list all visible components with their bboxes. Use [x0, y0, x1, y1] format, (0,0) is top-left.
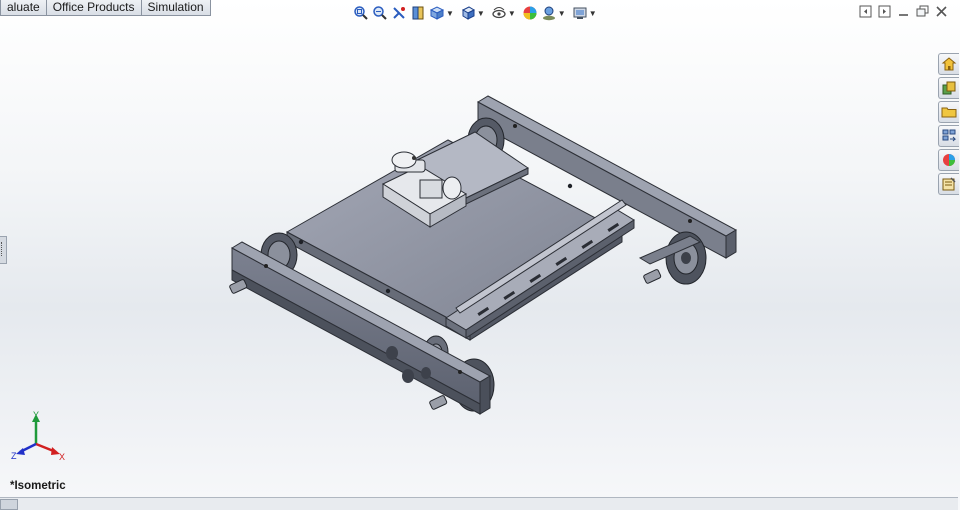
command-tabs: aluate Office Products Simulation — [0, 0, 211, 16]
reference-triad: Y X Z — [11, 410, 65, 462]
view-orientation-label: *Isometric — [10, 480, 66, 492]
zoom-to-fit-icon[interactable] — [353, 5, 369, 21]
axle-bolt-back-right — [643, 269, 662, 284]
view-settings-dropdown-icon[interactable]: ▼ — [589, 9, 597, 18]
display-style-icon[interactable] — [460, 5, 476, 21]
axle-bolt-front-left — [229, 279, 248, 294]
tab-office-products[interactable]: Office Products — [46, 0, 142, 16]
x-axis-label: X — [59, 452, 65, 462]
scrollbar-thumb[interactable] — [0, 499, 18, 510]
feature-manager-collapse-handle[interactable] — [0, 236, 7, 264]
apply-scene-icon[interactable] — [541, 5, 557, 21]
hide-show-dropdown-icon[interactable]: ▼ — [508, 9, 516, 18]
view-orientation-dropdown-icon[interactable]: ▼ — [446, 9, 454, 18]
design-library-icon[interactable] — [938, 77, 959, 99]
previous-view-icon[interactable] — [391, 5, 407, 21]
view-settings-icon[interactable] — [572, 5, 588, 21]
tab-simulation[interactable]: Simulation — [141, 0, 211, 16]
close-icon[interactable] — [935, 5, 948, 18]
zoom-to-area-icon[interactable] — [372, 5, 388, 21]
assembly-model[interactable] — [0, 0, 960, 510]
section-view-icon[interactable] — [410, 5, 426, 21]
axle-bolt-front-right — [429, 395, 448, 410]
tab-evaluate[interactable]: aluate — [0, 0, 47, 16]
tile-right-icon[interactable] — [878, 5, 891, 18]
z-axis-label: Z — [11, 451, 17, 461]
hide-show-items-icon[interactable] — [491, 5, 507, 21]
appearances-scenes-icon[interactable] — [938, 149, 959, 171]
edit-appearance-icon[interactable] — [522, 5, 538, 21]
minimize-icon[interactable] — [897, 5, 910, 18]
y-axis-label: Y — [33, 410, 39, 420]
tile-left-icon[interactable] — [859, 5, 872, 18]
heads-up-view-toolbar: ▼ ▼ ▼ ▼ ▼ — [353, 3, 600, 23]
horizontal-scrollbar[interactable] — [0, 497, 958, 510]
display-style-dropdown-icon[interactable]: ▼ — [477, 9, 485, 18]
view-orientation-icon[interactable] — [429, 5, 445, 21]
custom-properties-icon[interactable] — [938, 173, 959, 195]
solidworks-resources-icon[interactable] — [938, 53, 959, 75]
task-pane-tabs — [938, 53, 960, 195]
document-window-controls — [859, 5, 948, 18]
apply-scene-dropdown-icon[interactable]: ▼ — [558, 9, 566, 18]
restore-icon[interactable] — [916, 5, 929, 18]
file-explorer-icon[interactable] — [938, 101, 959, 123]
view-palette-icon[interactable] — [938, 125, 959, 147]
